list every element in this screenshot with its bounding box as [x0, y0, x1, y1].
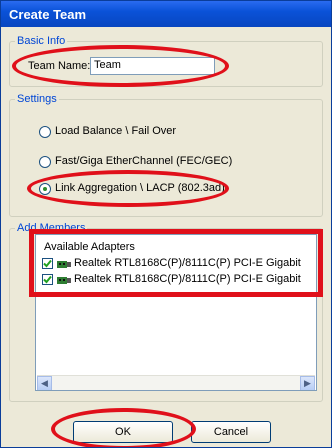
radio-etherchannel-label[interactable]: Fast/Giga EtherChannel (FEC/GEC)	[55, 155, 232, 167]
radio-load-balance-label[interactable]: Load Balance \ Fail Over	[55, 125, 176, 137]
settings-legend: Settings	[17, 93, 57, 105]
highlight-team-name	[12, 45, 229, 87]
radio-load-balance-circle[interactable]	[39, 126, 51, 138]
cancel-button[interactable]: Cancel	[191, 421, 271, 443]
scroll-right-button[interactable]: ▶	[300, 376, 315, 390]
scroll-left-button[interactable]: ◀	[37, 376, 52, 390]
highlight-adapter-list	[29, 229, 323, 297]
highlight-ok-button	[51, 408, 196, 447]
scroll-thumb[interactable]	[77, 377, 277, 390]
title-bar: Create Team	[1, 1, 331, 27]
window-title: Create Team	[9, 7, 87, 22]
basic-info-legend: Basic Info	[17, 35, 66, 47]
horizontal-scrollbar[interactable]: ◀ ▶	[37, 375, 315, 390]
radio-etherchannel-circle[interactable]	[39, 156, 51, 168]
highlight-lacp-option	[27, 170, 229, 207]
create-team-dialog: Create Team Basic Info Team Name: Team S…	[0, 0, 332, 448]
